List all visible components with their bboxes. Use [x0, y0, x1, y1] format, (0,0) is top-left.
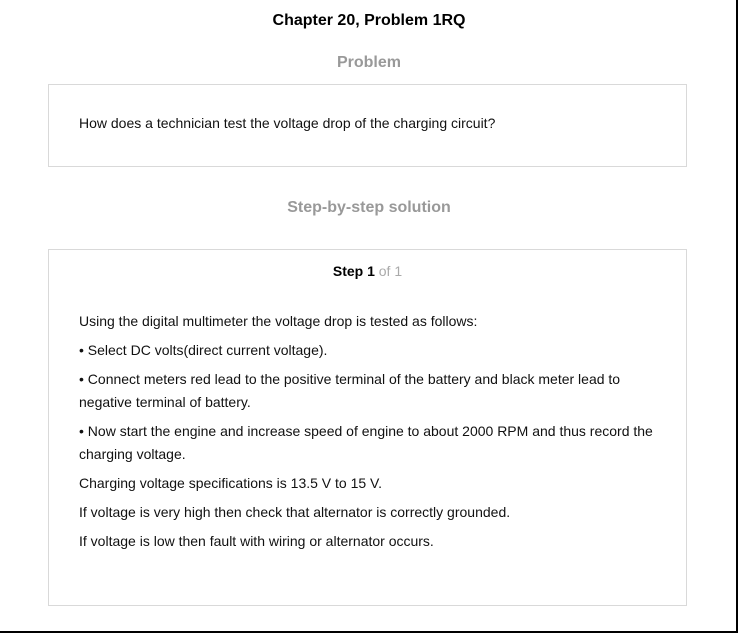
solution-bullet-start-engine: • Now start the engine and increase spee… — [79, 423, 653, 462]
solution-low-voltage: If voltage is low then fault with wiring… — [79, 533, 434, 549]
solution-body: Using the digital multimeter the voltage… — [79, 310, 659, 559]
solution-card: Step 1 of 1 Using the digital multimeter… — [48, 249, 687, 606]
problem-heading: Problem — [336, 54, 401, 71]
solution-bullet-dc-volts: • Select DC volts(direct current voltage… — [79, 342, 328, 358]
solution-spec: Charging voltage specifications is 13.5 … — [79, 475, 383, 491]
step-label: Step 1 — [332, 263, 375, 279]
step-count: of 1 — [378, 263, 403, 279]
problem-text: How does a technician test the voltage d… — [79, 115, 496, 131]
solution-bullet-connect-leads: • Connect meters red lead to the positiv… — [79, 371, 621, 410]
problem-card: How does a technician test the voltage d… — [48, 84, 687, 167]
solution-heading: Step-by-step solution — [287, 199, 451, 216]
step-header: Step 1 of 1 — [49, 263, 686, 279]
solution-intro: Using the digital multimeter the voltage… — [79, 313, 478, 329]
chapter-title: Chapter 20, Problem 1RQ — [272, 12, 466, 29]
solution-high-voltage: If voltage is very high then check that … — [79, 504, 511, 520]
